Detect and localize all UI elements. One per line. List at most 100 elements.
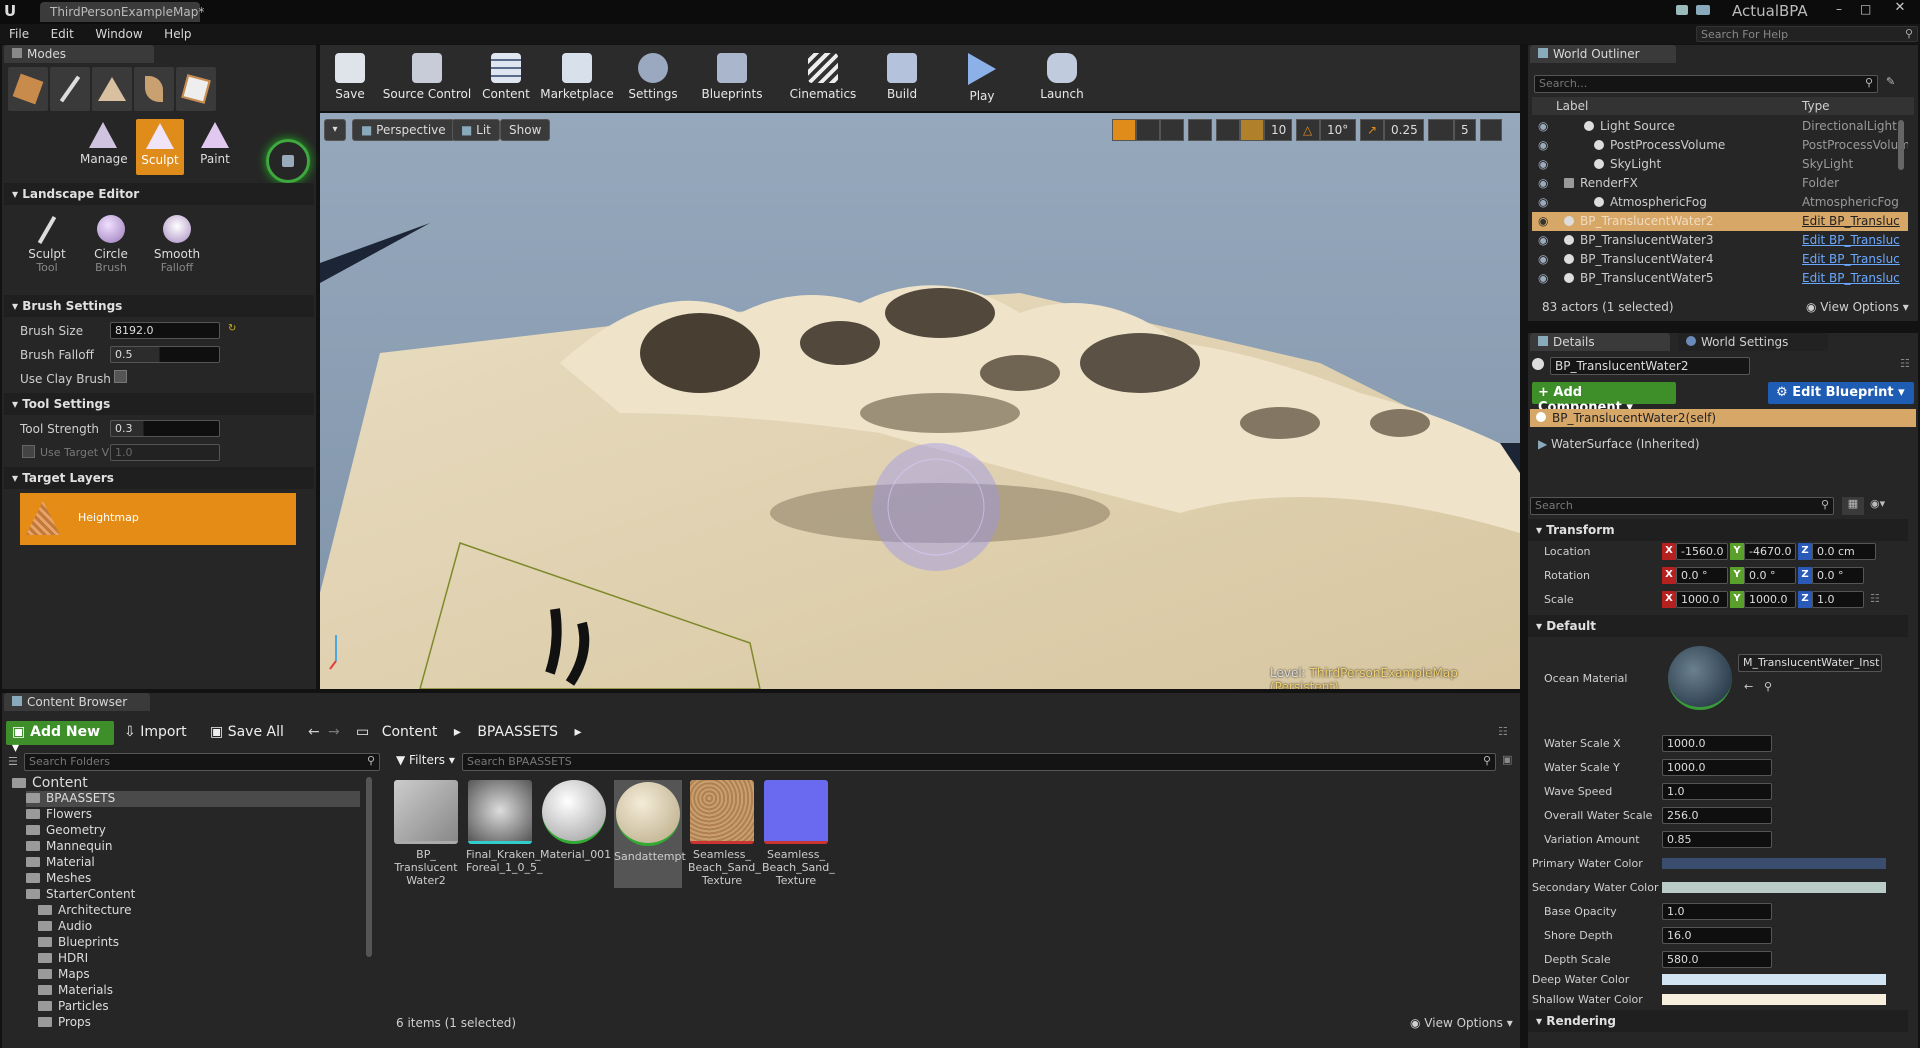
rotation-label[interactable]: Rotation — [1544, 569, 1590, 582]
folder-tree-item[interactable]: Particles — [38, 999, 360, 1015]
scale-lock-icon[interactable]: ☷ — [1870, 592, 1880, 605]
level-tab[interactable]: ThirdPersonExampleMap* — [40, 2, 204, 22]
color-swatch[interactable] — [1662, 882, 1886, 893]
outliner-row[interactable]: ◉ BP_TranslucentWater3 Edit BP_Transluc — [1532, 231, 1908, 250]
location-z-field[interactable]: 0.0 cm — [1812, 543, 1876, 560]
asset-view-options[interactable]: ◉ View Options ▾ — [1410, 1016, 1513, 1030]
target-layers-header[interactable]: ▾ Target Layers — [4, 467, 314, 489]
modes-tab[interactable]: Modes — [4, 45, 154, 63]
property-value-field[interactable]: 0.85 — [1662, 831, 1772, 848]
folder-tree-scrollbar[interactable] — [366, 777, 372, 957]
folder-tree-item[interactable]: Materials — [38, 983, 360, 999]
color-swatch[interactable] — [1662, 974, 1886, 985]
marketplace-button[interactable]: Marketplace — [540, 47, 614, 109]
visibility-eye-icon[interactable]: ◉ — [1538, 176, 1548, 190]
save-all-button[interactable]: ▣ Save All — [210, 724, 284, 740]
location-y-field[interactable]: -4670.0 — [1744, 543, 1796, 560]
scale-mode-icon[interactable] — [1160, 119, 1184, 141]
brush-settings-header[interactable]: ▾ Brush Settings — [4, 295, 314, 317]
use-clay-brush-checkbox[interactable] — [114, 370, 127, 383]
folder-tree-item[interactable]: Mannequin — [26, 839, 360, 855]
default-header[interactable]: ▾ Default — [1528, 615, 1908, 637]
feedback-icon[interactable] — [1696, 5, 1710, 15]
search-folders-input[interactable]: Search Folders ⚲ — [24, 753, 380, 771]
details-tab[interactable]: Details — [1530, 333, 1670, 351]
visibility-eye-icon[interactable]: ◉ — [1538, 119, 1548, 133]
mode-place-button[interactable] — [8, 67, 48, 111]
transform-header[interactable]: ▾ Transform — [1528, 519, 1908, 541]
save-button[interactable]: Save — [320, 47, 380, 109]
outliner-row-type[interactable]: Edit BP_Transluc — [1802, 214, 1900, 228]
folder-tree-item[interactable]: Geometry — [26, 823, 360, 839]
folder-tree-item[interactable]: Material — [26, 855, 360, 871]
property-value-field[interactable]: 1.0 — [1662, 903, 1772, 920]
menu-file[interactable]: File — [0, 24, 38, 41]
menu-help[interactable]: Help — [155, 24, 200, 41]
property-value-field[interactable]: 256.0 — [1662, 807, 1772, 824]
outliner-search-input[interactable]: Search... ⚲ — [1534, 75, 1878, 93]
scale-z-field[interactable]: 1.0 — [1812, 591, 1864, 608]
property-matrix-icon[interactable]: ▦ — [1842, 497, 1864, 515]
mode-foliage-button[interactable] — [134, 67, 174, 111]
property-value-field[interactable]: 1000.0 — [1662, 759, 1772, 776]
property-value-field[interactable]: 16.0 — [1662, 927, 1772, 944]
outliner-scrollbar[interactable] — [1898, 120, 1904, 170]
paint-mode-button[interactable]: Paint — [192, 120, 238, 176]
translate-mode-icon[interactable] — [1112, 119, 1136, 141]
sculpt-tool-button[interactable]: Sculpt Tool — [22, 215, 72, 277]
rotation-z-field[interactable]: 0.0 ° — [1812, 567, 1864, 584]
import-button[interactable]: ⇩ Import — [124, 724, 187, 740]
visibility-eye-icon[interactable]: ◉ — [1538, 252, 1548, 266]
color-swatch[interactable] — [1662, 858, 1886, 869]
maximize-viewport-icon[interactable] — [1480, 119, 1502, 141]
property-value-field[interactable]: 1000.0 — [1662, 735, 1772, 752]
viewport-options-button[interactable]: ▾ — [324, 119, 346, 141]
component-inherited-row[interactable]: ▶ WaterSurface (Inherited) — [1538, 437, 1700, 451]
visibility-eye-icon[interactable]: ◉ — [1538, 233, 1548, 247]
sculpt-mode-button[interactable]: Sculpt — [136, 119, 184, 175]
component-self-row[interactable]: BP_TranslucentWater2(self) — [1530, 409, 1916, 427]
folder-tree-item[interactable]: Architecture — [38, 903, 360, 919]
manage-mode-button[interactable]: Manage — [80, 120, 128, 176]
rotation-x-field[interactable]: 0.0 ° — [1676, 567, 1728, 584]
perspective-button[interactable]: ■ Perspective — [352, 119, 455, 141]
color-swatch[interactable] — [1662, 994, 1886, 1005]
asset-tile[interactable]: Material_001 — [540, 780, 611, 861]
menu-window[interactable]: Window — [86, 24, 151, 41]
folder-tree-item[interactable]: Meshes — [26, 871, 360, 887]
folder-tree-item[interactable]: BPAASSETS — [26, 791, 360, 807]
edit-blueprint-button[interactable]: ⚙ Edit Blueprint ▾ — [1768, 382, 1914, 404]
folder-tree-item[interactable]: Props — [38, 1015, 360, 1031]
minimize-button[interactable]: – — [1836, 2, 1850, 16]
asset-tile[interactable]: Sandattempt — [614, 780, 686, 888]
play-button[interactable]: Play — [952, 47, 1012, 109]
outliner-row-type[interactable]: Edit BP_Transluc — [1802, 233, 1900, 247]
close-button[interactable]: ✕ — [1886, 0, 1914, 18]
notification-icon[interactable] — [1676, 5, 1688, 15]
outliner-row[interactable]: ◉ SkyLight SkyLight — [1532, 155, 1908, 174]
location-x-field[interactable]: -1560.0 — [1676, 543, 1728, 560]
asset-tile[interactable]: Final_Kraken_ Foreal_1_0_5_ — [466, 780, 543, 874]
breadcrumb-content[interactable]: Content — [382, 724, 438, 740]
camera-speed-value[interactable]: 5 — [1454, 119, 1476, 141]
asset-tile[interactable]: Seamless_ Beach_Sand_ Texture — [688, 780, 761, 887]
sources-toggle-icon[interactable]: ☰ — [8, 755, 18, 768]
asset-tile[interactable]: Seamless_ Beach_Sand_ Texture — [762, 780, 835, 887]
type-column-header[interactable]: Type — [1802, 99, 1830, 113]
breadcrumb-separator-icon[interactable]: ▸ — [454, 724, 461, 740]
actor-name-field[interactable]: BP_TranslucentWater2 — [1550, 357, 1750, 375]
content-button[interactable]: Content — [476, 47, 536, 109]
show-button[interactable]: Show — [500, 119, 551, 141]
visibility-eye-icon[interactable]: ◉ — [1538, 195, 1548, 209]
lock-icon[interactable]: ☷ — [1498, 725, 1508, 738]
landscape-editor-header[interactable]: ▾ Landscape Editor — [4, 183, 314, 205]
outliner-row[interactable]: ◉ PostProcessVolume PostProcessVolum — [1532, 136, 1908, 155]
browse-search-icon[interactable]: ⚲ — [1764, 680, 1772, 693]
scale-y-field[interactable]: 1000.0 — [1744, 591, 1796, 608]
scale-label[interactable]: Scale — [1544, 593, 1574, 606]
level-viewport[interactable]: ▾ ■ Perspective ■ Lit Show 10 △ 10° ↗ 0.… — [320, 113, 1520, 689]
property-value-field[interactable]: 1.0 — [1662, 783, 1772, 800]
add-component-button[interactable]: + Add Component ▾ — [1532, 382, 1676, 415]
mode-landscape-button[interactable] — [92, 67, 132, 111]
breadcrumb-separator-icon[interactable]: ▸ — [575, 724, 582, 740]
